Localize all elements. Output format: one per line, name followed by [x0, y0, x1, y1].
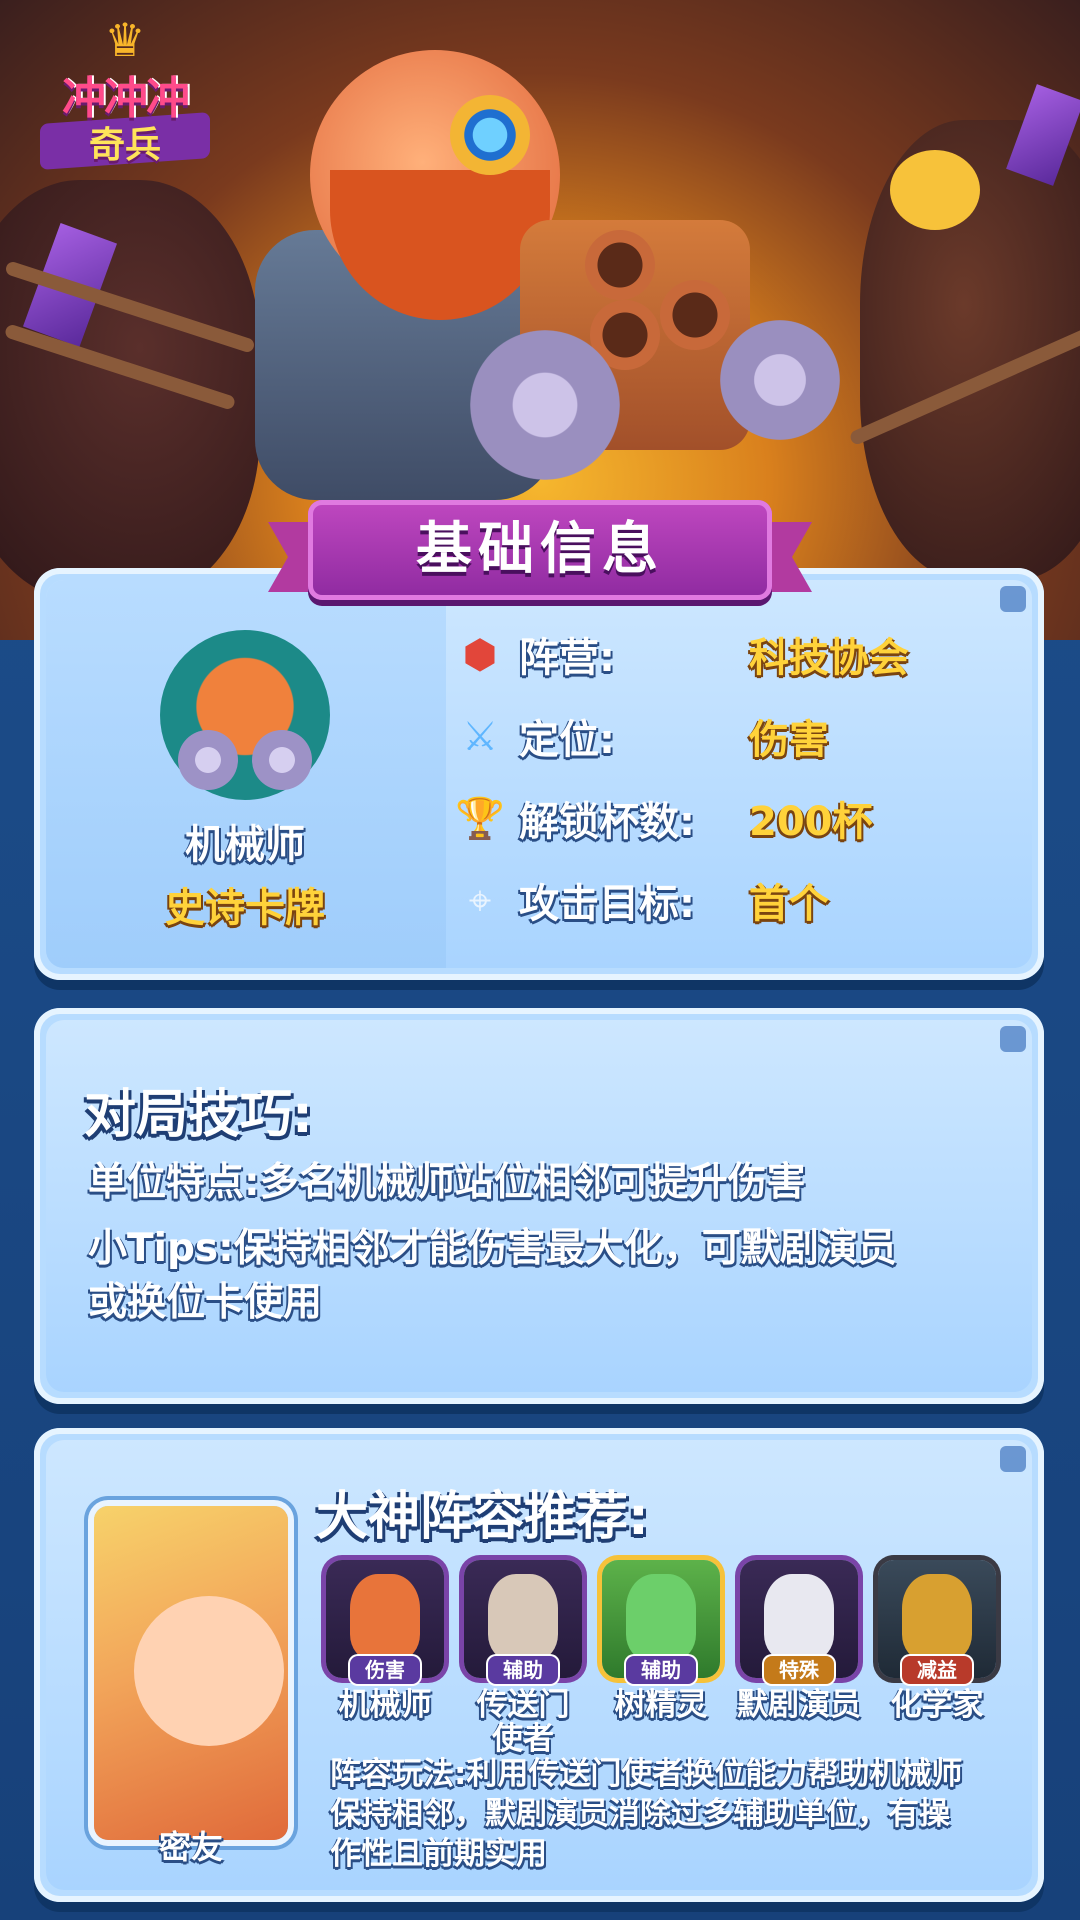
info-label: 阵营:: [519, 635, 615, 681]
lineup-member[interactable]: 伤害: [326, 1560, 444, 1702]
role-tag: 减益: [902, 1656, 972, 1684]
info-label: 定位:: [519, 717, 615, 763]
panel-corner: [1000, 1446, 1026, 1472]
member-name: 传送门 使者: [448, 1688, 598, 1756]
mechanic-icon: [350, 1574, 420, 1660]
unit-name: 机械师: [185, 822, 305, 868]
gear-icon: [252, 730, 312, 790]
lineup-member[interactable]: 特殊: [740, 1560, 858, 1702]
game-logo: ♛ 冲冲冲 奇兵: [40, 13, 210, 188]
mine-wall-left: [0, 180, 260, 600]
member-name: 树精灵: [614, 1687, 708, 1723]
info-value: 科技协会: [749, 635, 909, 681]
panel-corner: [1000, 586, 1026, 612]
role-tag: 辅助: [626, 1656, 696, 1684]
trophy-icon: 🏆: [455, 796, 505, 842]
lineup-desc-line3: 作性且前期实用: [330, 1836, 547, 1872]
tips-title: 对局技巧:: [84, 1085, 313, 1145]
lineup-member[interactable]: 减益: [878, 1560, 996, 1702]
portal-envoy-icon: [488, 1574, 558, 1660]
member-name-line1: 传送门: [476, 1687, 570, 1723]
unit-rarity: 史诗卡牌: [165, 885, 325, 931]
crown-icon: ♛: [104, 13, 146, 67]
lineup-title: 大神阵容推荐:: [316, 1487, 649, 1547]
unit-feature-text: 单位特点:多名机械师站位相邻可提升伤害: [88, 1160, 806, 1205]
logo-subtitle: 奇兵: [88, 125, 161, 166]
target-icon: ⌖: [468, 878, 492, 924]
info-label: 攻击目标:: [519, 881, 695, 927]
gear-icon: [720, 320, 840, 440]
info-value: 首个: [749, 881, 829, 927]
panel-corner: [1000, 1026, 1026, 1052]
role-tag: 特殊: [764, 1656, 834, 1684]
chemist-icon: [902, 1574, 972, 1660]
goggle-icon: [450, 95, 530, 175]
lineup-desc-line1: 阵容玩法:利用传送门使者换位能力帮助机械师: [330, 1756, 963, 1792]
unit-avatar[interactable]: [160, 630, 330, 800]
chick-mascot: [890, 150, 980, 230]
partner-label: 密友: [158, 1828, 223, 1866]
faction-icon: ⬢: [462, 632, 498, 678]
mime-icon: [764, 1574, 834, 1660]
info-value: 伤害: [749, 717, 829, 763]
partner-card[interactable]: [94, 1506, 288, 1840]
barrel: [585, 230, 655, 300]
member-name: 机械师: [338, 1687, 432, 1723]
gear-icon: [470, 330, 620, 480]
member-name-line2: 使者: [492, 1721, 554, 1757]
role-tag: 辅助: [488, 1656, 558, 1684]
partner-portrait: [134, 1596, 284, 1746]
member-name: 化学家: [890, 1687, 984, 1723]
lineup-desc-line2: 保持相邻，默剧演员消除过多辅助单位，有操: [330, 1796, 950, 1832]
tree-spirit-icon: [626, 1574, 696, 1660]
lineup-member[interactable]: 辅助: [602, 1560, 720, 1702]
info-value: 200杯: [749, 799, 873, 845]
info-label: 解锁杯数:: [519, 799, 695, 845]
section-banner: 基础信息: [268, 500, 812, 604]
member-name: 默剧演员: [737, 1687, 861, 1723]
lineup-member[interactable]: 辅助: [464, 1560, 582, 1702]
gear-icon: [178, 730, 238, 790]
barrel: [660, 280, 730, 350]
banner-title: 基础信息: [416, 517, 664, 582]
role-tag: 伤害: [350, 1656, 420, 1684]
tips-text-line2: 或换位卡使用: [88, 1280, 323, 1325]
sword-icon: ⚔: [462, 714, 498, 760]
tips-text-line1: 小Tips:保持相邻才能伤害最大化，可默剧演员: [88, 1226, 897, 1271]
